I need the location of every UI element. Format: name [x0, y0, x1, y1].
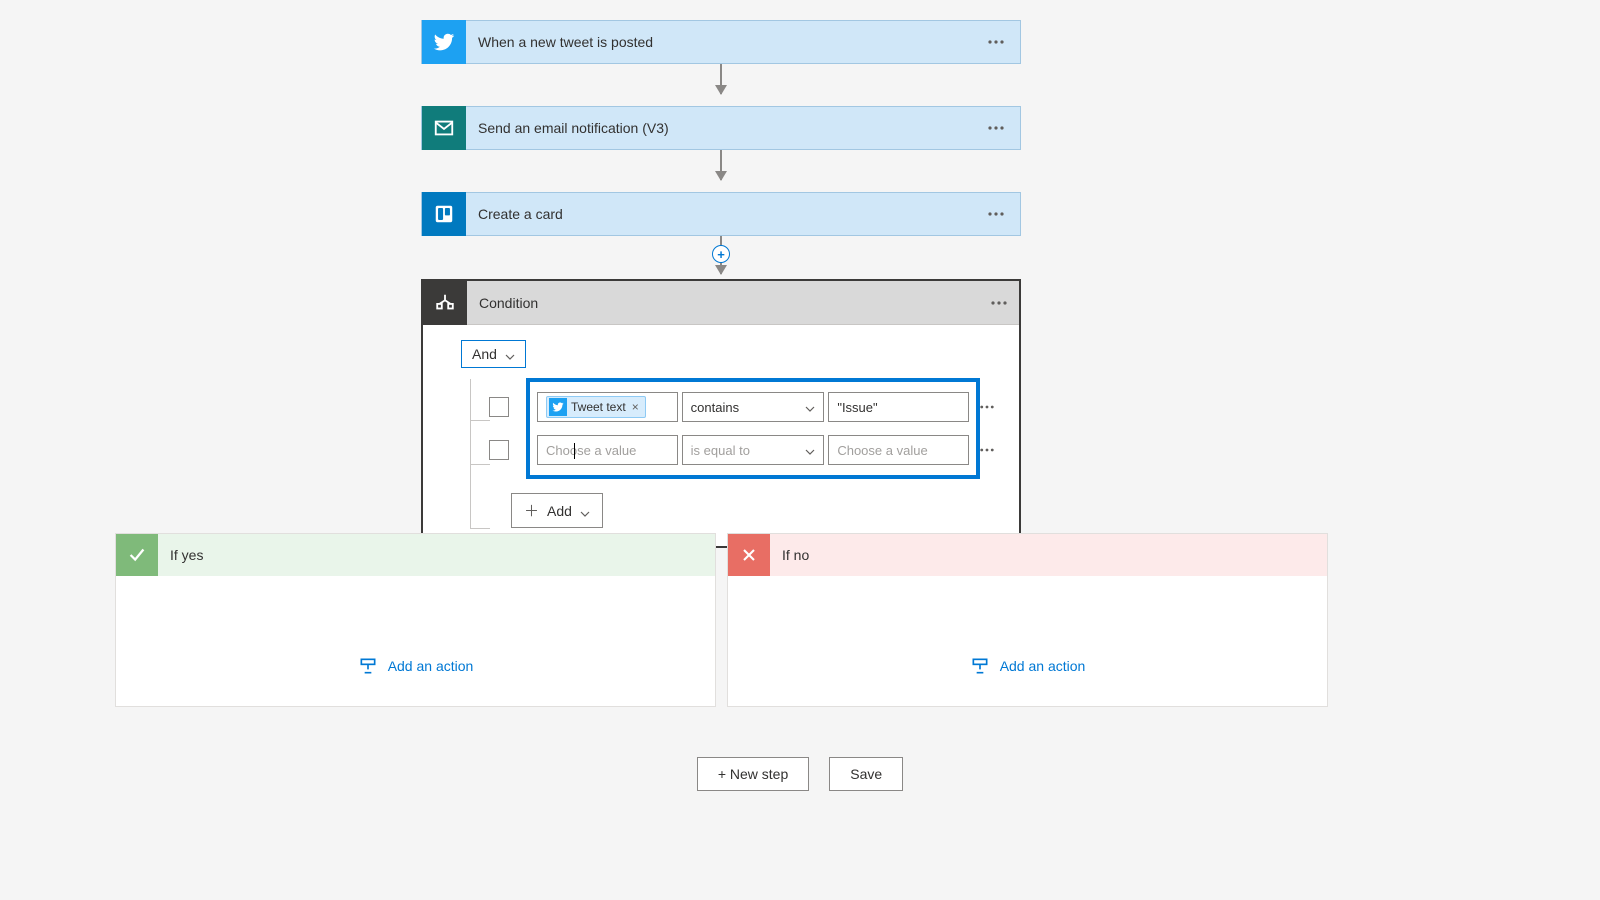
step-title: Create a card: [466, 206, 976, 222]
condition-row: is equal to: [537, 435, 969, 465]
token-label: Tweet text: [571, 400, 626, 414]
row-right-input[interactable]: [837, 443, 960, 458]
condition-title: Condition: [467, 295, 979, 311]
tree-line: [470, 528, 490, 529]
check-icon: [116, 534, 158, 576]
add-row-label: Add: [547, 503, 572, 519]
step-create-card[interactable]: Create a card: [421, 192, 1021, 236]
group-operator-label: And: [472, 346, 497, 362]
connector-arrow: [720, 64, 722, 94]
save-button[interactable]: Save: [829, 757, 903, 791]
branch-if-yes: If yes Add an action: [115, 533, 716, 707]
group-operator-dropdown[interactable]: And: [461, 340, 526, 368]
branch-header[interactable]: If no: [728, 534, 1327, 576]
action-icon: [358, 656, 378, 676]
twitter-icon: [549, 398, 567, 416]
chevron-down-icon: [505, 349, 515, 359]
condition-more-button[interactable]: [979, 301, 1019, 305]
insert-step-button[interactable]: +: [712, 245, 730, 263]
row-left-value[interactable]: [537, 435, 678, 465]
branch-header[interactable]: If yes: [116, 534, 715, 576]
step-trigger-twitter[interactable]: When a new tweet is posted: [421, 20, 1021, 64]
row-checkbox[interactable]: [489, 440, 509, 460]
row-operator-dropdown[interactable]: contains: [682, 392, 825, 422]
branch-label: If no: [770, 547, 809, 563]
add-action-button[interactable]: Add an action: [970, 656, 1086, 676]
step-more-button[interactable]: [976, 194, 1016, 234]
add-row-button[interactable]: ＋ Add: [511, 493, 603, 528]
tree-line: [470, 379, 471, 528]
row-right-value[interactable]: [828, 392, 969, 422]
condition-icon: [423, 281, 467, 325]
row-left-input[interactable]: [546, 443, 669, 458]
row-right-value[interactable]: [828, 435, 969, 465]
tree-line: [470, 464, 490, 465]
step-title: When a new tweet is posted: [466, 34, 976, 50]
mail-icon: [422, 106, 466, 150]
new-step-button[interactable]: + New step: [697, 757, 809, 791]
add-action-label: Add an action: [1000, 658, 1086, 674]
connector-arrow: [720, 150, 722, 180]
branch-if-no: If no Add an action: [727, 533, 1328, 707]
row-left-value[interactable]: Tweet text ×: [537, 392, 678, 422]
condition-card: Condition And: [421, 279, 1021, 548]
operator-label: is equal to: [691, 443, 750, 458]
action-icon: [970, 656, 990, 676]
dynamic-token-tweet-text[interactable]: Tweet text ×: [546, 396, 646, 418]
row-more-button[interactable]: [977, 405, 997, 409]
operator-label: contains: [691, 400, 739, 415]
step-title: Send an email notification (V3): [466, 120, 976, 136]
tree-line: [470, 420, 490, 421]
branch-label: If yes: [158, 547, 203, 563]
row-operator-dropdown[interactable]: is equal to: [682, 435, 825, 465]
step-more-button[interactable]: [976, 108, 1016, 148]
condition-row: Tweet text × contains: [537, 392, 969, 422]
condition-header[interactable]: Condition: [423, 281, 1019, 325]
close-icon: [728, 534, 770, 576]
row-checkbox[interactable]: [489, 397, 509, 417]
step-more-button[interactable]: [976, 22, 1016, 62]
trello-icon: [422, 192, 466, 236]
add-action-button[interactable]: Add an action: [358, 656, 474, 676]
step-send-email[interactable]: Send an email notification (V3): [421, 106, 1021, 150]
condition-rows-highlight: Tweet text × contains: [526, 378, 980, 479]
chevron-down-icon: [805, 402, 815, 412]
plus-icon: ＋: [524, 500, 539, 521]
row-more-button[interactable]: [977, 448, 997, 452]
text-cursor: [574, 443, 575, 459]
row-right-input[interactable]: [837, 400, 960, 415]
chevron-down-icon: [580, 506, 590, 516]
add-action-label: Add an action: [388, 658, 474, 674]
twitter-icon: [422, 20, 466, 64]
token-remove-button[interactable]: ×: [630, 400, 641, 414]
chevron-down-icon: [805, 445, 815, 455]
